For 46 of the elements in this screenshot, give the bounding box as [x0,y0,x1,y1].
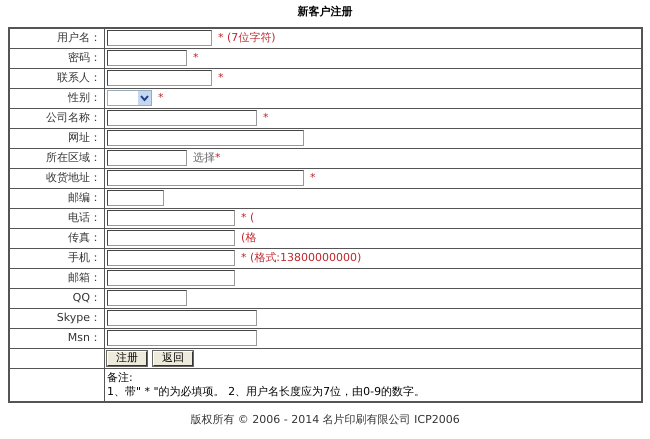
notes-heading: 备注: [107,370,134,384]
input-field[interactable] [107,70,212,86]
required-hint: * [263,110,268,126]
field-label: 用户名： [57,31,101,44]
gender-select[interactable] [107,90,152,106]
field-label: 联系人： [57,70,101,84]
input-field[interactable] [107,190,164,206]
input-field[interactable] [107,250,235,266]
field-label: QQ： [72,290,101,304]
input-field[interactable] [107,230,235,246]
required-hint: * [158,90,164,106]
field-label: Skype： [56,310,101,324]
input-field[interactable] [107,30,212,46]
required-hint: * [193,50,198,66]
field-label: 收货地址： [46,170,101,184]
required-hint: * (7位字符) [218,30,276,46]
input-field[interactable] [107,110,257,126]
field-label: 网址： [68,130,101,144]
required-hint: * ( [241,210,254,226]
required-hint: * (格式:13800000000) [241,250,362,266]
input-field[interactable] [107,50,187,66]
copyright-text: 版权所有 © 2006 - 2014 名片印刷有限公司 ICP2006 [190,412,460,428]
field-label: 手机： [68,250,101,264]
field-label: 性别： [68,90,101,104]
input-field[interactable] [107,130,304,146]
field-label: 电话： [68,210,101,224]
field-label: Msn： [68,330,101,344]
field-label: 密码： [68,50,101,64]
required-hint: * [218,70,224,86]
input-field[interactable] [107,210,235,226]
input-field[interactable] [107,310,257,326]
field-label: 邮箱： [68,270,101,284]
notes-text: 1、带" * "的为必填项。 2、用户名长度应为7位，由0-9的数字。 [107,384,426,398]
page-title: 新客户注册 [298,4,352,20]
field-label: 公司名称： [46,110,101,124]
field-label: 所在区域： [46,150,101,164]
input-field[interactable] [107,270,235,286]
field-label: 邮编： [68,190,101,204]
form-button[interactable]: 返回 [153,350,193,366]
required-hint: (格 [241,230,256,246]
required-hint: * [310,170,316,186]
input-field[interactable] [107,170,304,186]
input-field[interactable] [107,330,257,346]
field-label: 传真： [68,230,101,244]
input-field[interactable] [107,290,187,306]
form-button[interactable]: 注册 [107,350,147,366]
